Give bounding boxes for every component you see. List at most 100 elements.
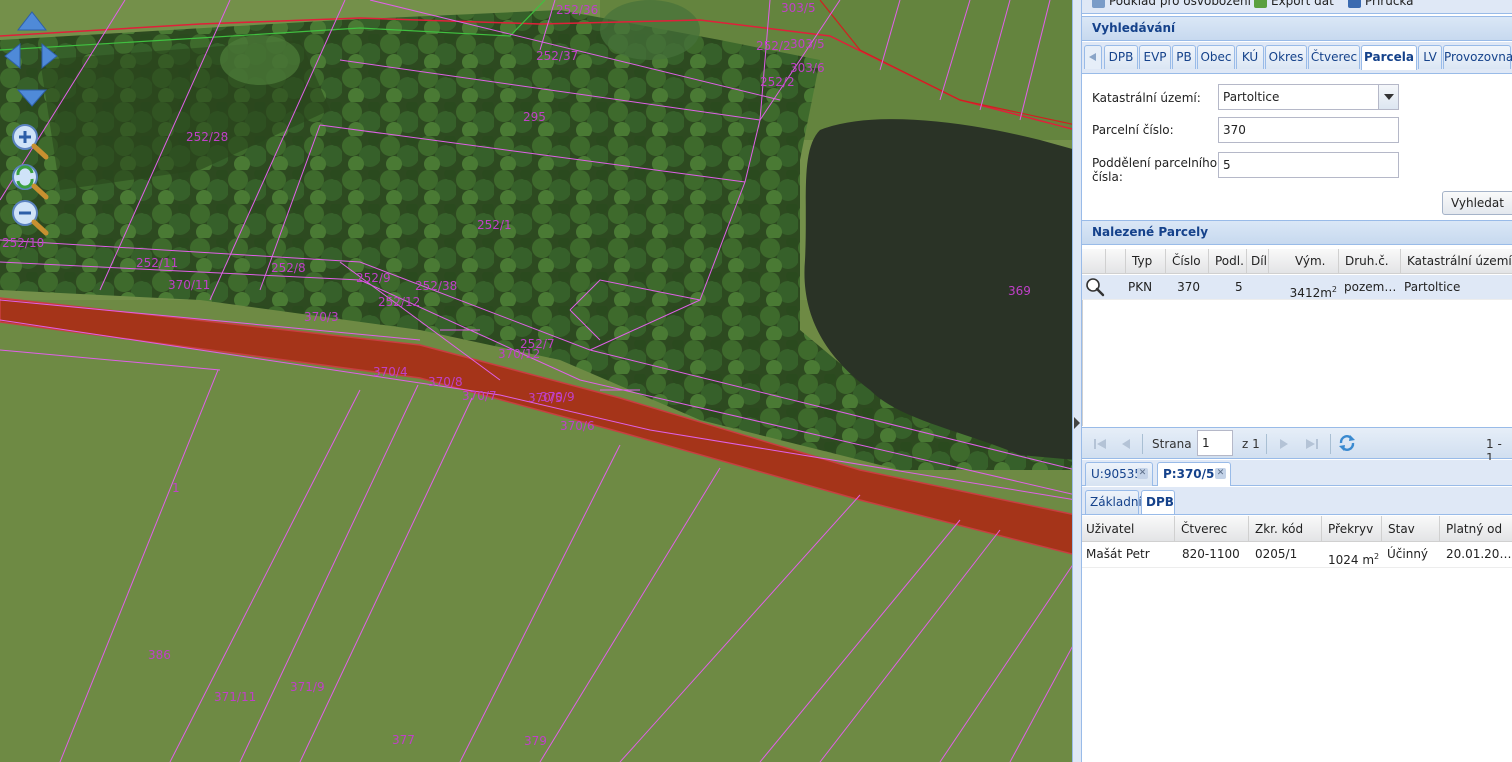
parcel-label: 379: [524, 734, 547, 748]
cell-vym: 3412m2: [1289, 285, 1337, 300]
column-cislo[interactable]: Číslo: [1166, 249, 1209, 274]
parcelni-cislo-input[interactable]: 370: [1218, 117, 1399, 143]
column-ctverec[interactable]: Čtverec: [1175, 516, 1249, 542]
pan-up-icon[interactable]: [14, 10, 50, 34]
parcel-label: 303/5: [781, 1, 816, 15]
column-dil[interactable]: Díl.: [1247, 249, 1269, 274]
katastralni-uzemi-label: Katastrální území:: [1092, 91, 1201, 105]
tab-pb[interactable]: PB: [1172, 45, 1196, 69]
table-row[interactable]: Mašát Petr 820-1100 0205/1 1024 m2 Účinn…: [1082, 542, 1512, 568]
tab-u-90535[interactable]: U:90535 ✕: [1085, 462, 1153, 486]
parcel-label: 371/9: [290, 680, 325, 694]
tab-dpb[interactable]: DPB: [1104, 45, 1138, 69]
column-blank: [1106, 249, 1126, 274]
table-row[interactable]: PKN 370 5 3412m2 pozemk... Partoltice: [1082, 275, 1512, 300]
document-icon: [1092, 0, 1105, 8]
column-platny-od[interactable]: Platný od: [1440, 516, 1512, 542]
last-page-icon[interactable]: [1304, 436, 1320, 452]
column-zkr-kod[interactable]: Zkr. kód: [1249, 516, 1322, 542]
parcel-label: 252/9: [356, 271, 391, 285]
app-root: 252/36 303/5 252/37 252/2 303/5 303/6 252/2 295…: [0, 0, 1512, 762]
panel-splitter[interactable]: [1072, 0, 1082, 762]
cell-podl: 5: [1235, 280, 1243, 294]
export-button[interactable]: Export dat: [1254, 0, 1334, 8]
orthophoto-map[interactable]: 252/36 303/5252/37252/2 303/5303/6252/2295…: [0, 0, 1076, 762]
results-panel-header[interactable]: Nalezené Parcely: [1082, 220, 1512, 245]
column-uzivatel[interactable]: Uživatel: [1082, 516, 1175, 542]
tab-dpb-detail[interactable]: DPB: [1141, 490, 1175, 514]
results-grid-header: Typ Číslo Podl. Díl. Vým. Druh.č. Katast…: [1082, 249, 1512, 274]
dpb-grid-header: Uživatel Čtverec Zkr. kód Překryv Stav P…: [1082, 516, 1512, 542]
tab-lv[interactable]: LV: [1418, 45, 1442, 69]
parcel-label: 369: [1008, 284, 1031, 298]
podklad-button[interactable]: Podklad pro osvobození: [1092, 0, 1251, 8]
next-page-icon[interactable]: [1276, 436, 1292, 452]
close-icon[interactable]: ✕: [1137, 468, 1148, 479]
parcel-label: 252/2: [756, 39, 791, 53]
parcelni-cislo-label: Parcelní číslo:: [1092, 123, 1174, 137]
side-panel: Podklad pro osvobození Export dat Příruč…: [1082, 0, 1512, 762]
cell-platny-od: 20.01.2024: [1446, 547, 1512, 561]
chevron-down-icon[interactable]: [1378, 85, 1398, 109]
tab-parcela[interactable]: Parcela: [1361, 45, 1417, 70]
magnifier-icon[interactable]: [1082, 275, 1106, 300]
tab-zakladni[interactable]: Základní: [1085, 490, 1142, 514]
column-podl[interactable]: Podl.: [1209, 249, 1247, 274]
pododdeleni-input[interactable]: 5: [1218, 152, 1399, 178]
tab-evp[interactable]: EVP: [1139, 45, 1171, 69]
pododdeleni-label-2: čísla:: [1092, 170, 1123, 184]
parcel-label: 252/1: [477, 218, 512, 232]
tab-p-370-5[interactable]: P:370/5 ✕: [1157, 462, 1231, 486]
column-vym[interactable]: Vým.: [1269, 249, 1339, 274]
parcel-label: 377: [392, 733, 415, 747]
cell-dil: [1247, 275, 1269, 300]
first-page-icon[interactable]: [1092, 436, 1108, 452]
parcel-label: 1: [172, 481, 180, 495]
parcel-label: 252/8: [271, 261, 306, 275]
tab-scroll-left-icon[interactable]: [1084, 45, 1102, 69]
tab-obec[interactable]: Obec: [1197, 45, 1235, 69]
parcel-label: 252/37: [536, 49, 578, 63]
zoom-out-icon[interactable]: [10, 198, 50, 236]
tab-provozovna[interactable]: Provozovna: [1443, 45, 1512, 69]
column-stav[interactable]: Stav: [1382, 516, 1440, 542]
zoom-reset-icon[interactable]: [10, 162, 50, 200]
cell-zkr-kod: 0205/1: [1255, 547, 1298, 561]
column-katastralni-uzemi[interactable]: Katastrální území: [1401, 249, 1512, 274]
search-panel-header[interactable]: Vyhledávání: [1082, 16, 1512, 41]
search-button[interactable]: Vyhledat: [1442, 191, 1512, 215]
column-prekryv[interactable]: Překryv: [1322, 516, 1382, 542]
collapse-arrow-icon[interactable]: [1074, 417, 1080, 429]
pan-right-icon[interactable]: [40, 42, 60, 70]
pager-page-label: Strana: [1152, 437, 1192, 451]
cell-prekryv: 1024 m2: [1328, 552, 1380, 567]
page-number-input[interactable]: 1: [1197, 430, 1233, 456]
tab-okres[interactable]: Okres: [1265, 45, 1307, 69]
tab-ctverec[interactable]: Čtverec: [1308, 45, 1360, 69]
prev-page-icon[interactable]: [1118, 436, 1134, 452]
column-druh[interactable]: Druh.č.: [1339, 249, 1401, 274]
results-grid-body: [1082, 300, 1512, 426]
close-icon[interactable]: ✕: [1215, 468, 1226, 479]
parcel-label: 252/38: [415, 279, 457, 293]
column-action: [1082, 249, 1106, 274]
parcel-label: 252/10: [2, 236, 44, 250]
manual-button[interactable]: Příručka: [1348, 0, 1414, 8]
detail-subtabstrip: Základní DPB: [1082, 487, 1512, 515]
parcel-label: 303/5: [790, 37, 825, 51]
katastralni-uzemi-select[interactable]: Partoltice: [1218, 84, 1399, 110]
parcel-label: 386: [148, 648, 171, 662]
parcel-label: 370/8: [428, 375, 463, 389]
tab-ku[interactable]: KÚ: [1236, 45, 1264, 69]
parcel-label: 252/2: [760, 75, 795, 89]
map-view[interactable]: 252/36 303/5 252/37 252/2 303/5 303/6 252/2 295…: [0, 0, 1076, 762]
parcel-label: 252/28: [186, 130, 228, 144]
top-toolbar: Podklad pro osvobození Export dat Příruč…: [1082, 0, 1512, 14]
column-typ[interactable]: Typ: [1126, 249, 1166, 274]
zoom-in-icon[interactable]: [10, 122, 50, 160]
pan-down-icon[interactable]: [14, 86, 50, 108]
cell-katastralni-uzemi: Partoltice: [1404, 280, 1461, 294]
parcel-label: 303/6: [790, 61, 825, 75]
refresh-icon[interactable]: [1338, 434, 1356, 452]
pan-left-icon[interactable]: [2, 42, 22, 70]
